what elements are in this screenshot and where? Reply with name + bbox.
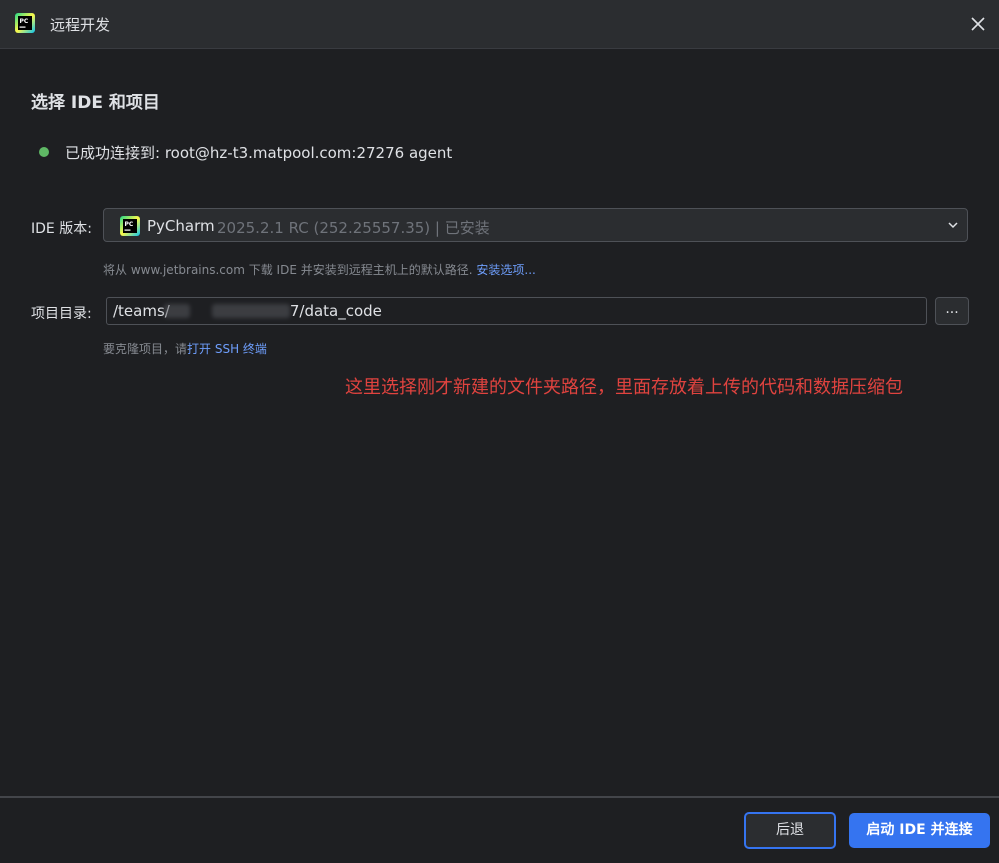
- browse-button[interactable]: ...: [935, 297, 969, 325]
- svg-text:PC: PC: [20, 18, 29, 25]
- window-title: 远程开发: [50, 16, 111, 34]
- clone-hint-text: 要克隆项目，请: [103, 342, 188, 356]
- ide-hint-text: 将从 www.jetbrains.com 下载 IDE 并安装到远程主机上的默认…: [103, 263, 473, 277]
- ide-version-select[interactable]: PC PyCharm 2025.2.1 RC (252.25557.35) | …: [103, 208, 968, 242]
- pycharm-logo-icon: PC: [15, 13, 35, 33]
- redacted-mask: [212, 304, 290, 318]
- close-button[interactable]: [967, 13, 989, 35]
- pycharm-icon: PC: [120, 216, 140, 236]
- ide-name: PyCharm: [147, 217, 215, 235]
- ide-version-label: IDE 版本:: [31, 221, 92, 237]
- title-bar: PC 远程开发: [0, 0, 999, 49]
- open-ssh-terminal-link[interactable]: 打开 SSH 终端: [187, 342, 267, 356]
- install-options-link[interactable]: 安装选项...: [476, 263, 535, 277]
- project-path-start: /teams/: [113, 302, 170, 320]
- svg-text:PC: PC: [125, 221, 134, 228]
- connection-status: 已成功连接到: root@hz-t3.matpool.com:27276 age…: [65, 144, 453, 162]
- ide-version-info: 2025.2.1 RC (252.25557.35) | 已安装: [217, 219, 490, 237]
- project-dir-label: 项目目录:: [31, 306, 92, 322]
- project-path-end: 7/data_code: [289, 302, 382, 320]
- remote-dev-dialog: PC 远程开发 选择 IDE 和项目 已成功连接到: root@hz-t3.ma…: [0, 0, 999, 863]
- annotation-note: 这里选择刚才新建的文件夹路径，里面存放着上传的代码和数据压缩包: [345, 377, 903, 398]
- redacted-mask: [164, 304, 190, 318]
- status-dot-icon: [39, 147, 49, 157]
- clone-hint: 要克隆项目，请打开 SSH 终端: [103, 340, 267, 357]
- ide-download-hint: 将从 www.jetbrains.com 下载 IDE 并安装到远程主机上的默认…: [103, 261, 536, 278]
- start-ide-button[interactable]: 启动 IDE 并连接: [849, 813, 990, 848]
- back-button[interactable]: 后退: [744, 812, 836, 849]
- footer-divider: [0, 796, 999, 798]
- close-icon: [971, 17, 985, 31]
- page-heading: 选择 IDE 和项目: [31, 93, 160, 113]
- chevron-down-icon: [948, 222, 958, 229]
